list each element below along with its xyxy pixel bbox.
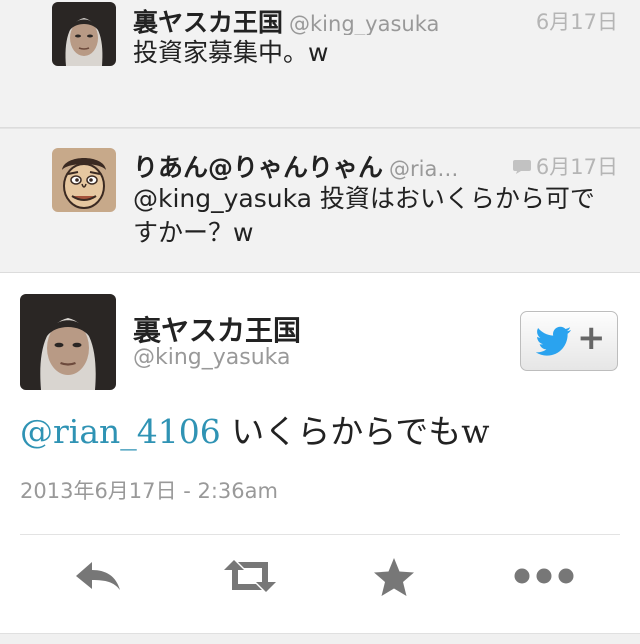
user-avatar[interactable] — [20, 294, 116, 390]
twitter-bird-icon — [536, 326, 571, 356]
screen-name[interactable]: @king_yasuka — [133, 345, 291, 370]
mention-link[interactable]: @rian_4106 — [20, 412, 221, 451]
display-name[interactable]: 裏ヤスカ王国 — [133, 309, 301, 349]
display-name[interactable]: りあん@りゃんりゃん — [133, 153, 383, 180]
tweet-text: @rian_4106 いくらからでもw — [20, 405, 490, 453]
more-button[interactable] — [512, 556, 574, 600]
thread-tweet[interactable]: 裏ヤスカ王国 @king_yasuka 6月17日 投資家募集中。w — [0, 0, 640, 128]
tweet-time-label: 6月17日 — [535, 155, 618, 179]
conversation-bubble-icon — [512, 160, 531, 174]
retweet-button[interactable] — [220, 556, 276, 600]
action-bar — [0, 548, 640, 608]
bottom-strip — [0, 633, 640, 644]
user-avatar[interactable] — [52, 148, 116, 212]
thread-tweet[interactable]: りあん@りゃんりゃん @ria… 6月17日 @king_yasuka 投資はおい… — [0, 128, 640, 273]
display-name[interactable]: 裏ヤスカ王国 — [133, 8, 283, 35]
user-photo-icon — [20, 294, 116, 390]
more-dots-icon — [514, 568, 574, 584]
screen-name[interactable]: @king_yasuka — [289, 12, 439, 35]
retweet-icon — [224, 560, 276, 592]
favorite-button[interactable] — [366, 556, 422, 600]
follow-button[interactable]: + — [520, 311, 618, 371]
reply-button[interactable] — [70, 556, 126, 600]
tweet-timestamp: 2013年6月17日 - 2:36am — [20, 479, 278, 503]
cartoon-face-icon — [52, 148, 116, 212]
main-tweet: 裏ヤスカ王国 @king_yasuka + @rian_4106 いくらからでも… — [0, 273, 640, 644]
favorite-star-icon — [374, 558, 414, 596]
follow-plus: + — [577, 318, 606, 358]
tweet-time: 6月17日 — [535, 10, 618, 34]
tweet-text: @king_yasuka 投資はおいくらから可ですかー？w — [133, 184, 595, 247]
user-avatar[interactable] — [52, 2, 116, 66]
tweet-body: いくらからでもw — [220, 412, 490, 451]
divider — [20, 534, 620, 535]
reply-icon — [76, 562, 120, 590]
tweet-text: 投資家募集中。w — [133, 38, 329, 67]
user-photo-icon — [52, 2, 116, 66]
tweet-time: 6月17日 — [512, 151, 618, 181]
screen-name[interactable]: @ria… — [389, 157, 458, 180]
